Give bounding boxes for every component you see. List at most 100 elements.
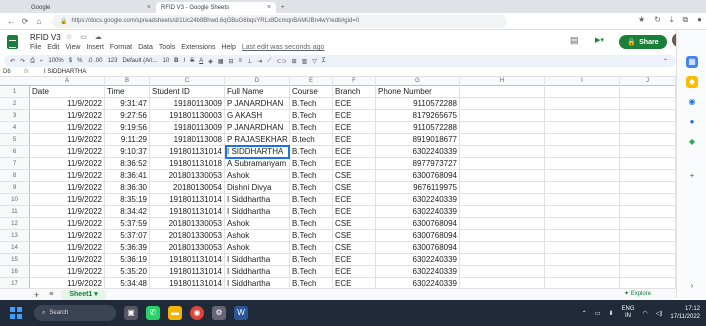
- table-cell[interactable]: I Siddhartha: [225, 278, 290, 288]
- table-cell[interactable]: [620, 134, 676, 146]
- table-cell[interactable]: [460, 230, 545, 242]
- row-header[interactable]: 13: [0, 230, 30, 242]
- table-cell[interactable]: 6302240339: [376, 194, 460, 206]
- row-header[interactable]: 16: [0, 266, 30, 278]
- table-cell[interactable]: 11/9/2022: [30, 146, 105, 158]
- align-icon[interactable]: ≡: [239, 58, 243, 64]
- table-cell[interactable]: [620, 86, 676, 98]
- fill-color-icon[interactable]: ◈: [208, 58, 213, 65]
- table-cell[interactable]: 19180113008: [150, 134, 225, 146]
- row-header[interactable]: 3: [0, 110, 30, 122]
- table-cell[interactable]: [620, 98, 676, 110]
- table-cell[interactable]: [545, 122, 620, 134]
- table-cell[interactable]: ECE: [333, 134, 376, 146]
- taskbar-search[interactable]: ⌕ Search: [34, 305, 116, 321]
- row-header[interactable]: 8: [0, 170, 30, 182]
- table-cell[interactable]: B.Tech: [290, 266, 333, 278]
- table-cell[interactable]: 191801131014: [150, 254, 225, 266]
- table-cell[interactable]: P JANARDHAN: [225, 122, 290, 134]
- table-cell[interactable]: B.tech: [290, 134, 333, 146]
- table-cell[interactable]: Dishni Divya: [225, 182, 290, 194]
- browser-tab-google[interactable]: Google ×: [26, 2, 156, 13]
- table-cell[interactable]: [460, 278, 545, 288]
- table-cell[interactable]: CSE: [333, 230, 376, 242]
- table-cell[interactable]: [460, 146, 545, 158]
- maps-icon[interactable]: ◆: [686, 136, 698, 148]
- borders-icon[interactable]: ▦: [218, 58, 224, 65]
- table-cell[interactable]: I SIDDHARTHA: [225, 146, 290, 158]
- table-cell[interactable]: ECE: [333, 254, 376, 266]
- table-cell[interactable]: Full Name: [225, 86, 290, 98]
- table-cell[interactable]: 20180130054: [150, 182, 225, 194]
- decimals-button[interactable]: .0 .00: [87, 58, 102, 64]
- table-cell[interactable]: I Siddhartha: [225, 206, 290, 218]
- menu-tools[interactable]: Tools: [159, 44, 175, 51]
- table-cell[interactable]: ECE: [333, 266, 376, 278]
- table-cell[interactable]: [545, 170, 620, 182]
- table-cell[interactable]: B.Tech: [290, 170, 333, 182]
- table-cell[interactable]: 5:35:20: [105, 266, 150, 278]
- table-cell[interactable]: [460, 86, 545, 98]
- table-cell[interactable]: 5:36:39: [105, 242, 150, 254]
- contacts-icon[interactable]: ●: [686, 116, 698, 128]
- table-cell[interactable]: 11/9/2022: [30, 206, 105, 218]
- table-cell[interactable]: B.Tech: [290, 230, 333, 242]
- table-cell[interactable]: [620, 278, 676, 288]
- format-select[interactable]: 123: [107, 58, 117, 64]
- table-cell[interactable]: Ashok: [225, 242, 290, 254]
- table-cell[interactable]: P RAJASEKHAR: [225, 134, 290, 146]
- table-cell[interactable]: 5:36:19: [105, 254, 150, 266]
- clock[interactable]: 17:12 17/11/2022: [670, 305, 700, 321]
- table-cell[interactable]: Time: [105, 86, 150, 98]
- reload-icon[interactable]: ⟳: [18, 17, 32, 26]
- undo-icon[interactable]: ↶: [10, 58, 15, 65]
- table-cell[interactable]: [460, 194, 545, 206]
- table-cell[interactable]: [545, 266, 620, 278]
- row-header[interactable]: 15: [0, 254, 30, 266]
- table-cell[interactable]: [460, 266, 545, 278]
- url-field[interactable]: 🔒 https://docs.google.com/spreadsheets/d/…: [52, 14, 507, 28]
- table-cell[interactable]: B.Tech: [290, 206, 333, 218]
- rotate-icon[interactable]: ⟋: [267, 58, 271, 65]
- table-cell[interactable]: [545, 146, 620, 158]
- table-cell[interactable]: [545, 254, 620, 266]
- table-cell[interactable]: [545, 98, 620, 110]
- table-cell[interactable]: Course: [290, 86, 333, 98]
- valign-icon[interactable]: ⊥: [247, 58, 252, 65]
- new-tab-button[interactable]: +: [276, 2, 290, 13]
- menu-data[interactable]: Data: [138, 44, 153, 51]
- text-color-icon[interactable]: A: [199, 58, 203, 64]
- menu-insert[interactable]: Insert: [86, 44, 104, 51]
- italic-icon[interactable]: I: [184, 58, 186, 64]
- browser-tab-sheets[interactable]: RFID V3 - Google Sheets ×: [156, 2, 276, 13]
- row-header[interactable]: 9: [0, 182, 30, 194]
- table-cell[interactable]: 9:31:47: [105, 98, 150, 110]
- table-cell[interactable]: 9:19:56: [105, 122, 150, 134]
- whatsapp-icon[interactable]: ✆: [146, 306, 160, 320]
- table-cell[interactable]: [545, 242, 620, 254]
- table-cell[interactable]: [620, 194, 676, 206]
- table-cell[interactable]: I Siddhartha: [225, 254, 290, 266]
- table-cell[interactable]: [460, 206, 545, 218]
- table-cell[interactable]: 191801131018: [150, 158, 225, 170]
- table-cell[interactable]: [545, 218, 620, 230]
- chrome-icon[interactable]: ◉: [190, 306, 204, 320]
- sheets-logo-icon[interactable]: [7, 35, 18, 49]
- keep-icon[interactable]: ◆: [686, 76, 698, 88]
- doc-title[interactable]: RFID V3: [30, 33, 61, 42]
- table-cell[interactable]: 191801131014: [150, 194, 225, 206]
- table-cell[interactable]: 6300768094: [376, 218, 460, 230]
- table-cell[interactable]: [545, 194, 620, 206]
- add-sheet-button[interactable]: +: [34, 290, 39, 300]
- table-cell[interactable]: 6302240339: [376, 278, 460, 288]
- table-cell[interactable]: I Siddhartha: [225, 266, 290, 278]
- table-cell[interactable]: 8:34:42: [105, 206, 150, 218]
- table-cell[interactable]: 6302240339: [376, 146, 460, 158]
- table-cell[interactable]: [460, 122, 545, 134]
- extensions-icon[interactable]: ⧉: [682, 15, 688, 25]
- font-select[interactable]: Default (Ari...: [122, 58, 157, 64]
- column-header-e[interactable]: E: [290, 77, 333, 86]
- row-header[interactable]: 17: [0, 278, 30, 288]
- table-cell[interactable]: 9:11:29: [105, 134, 150, 146]
- table-cell[interactable]: [620, 230, 676, 242]
